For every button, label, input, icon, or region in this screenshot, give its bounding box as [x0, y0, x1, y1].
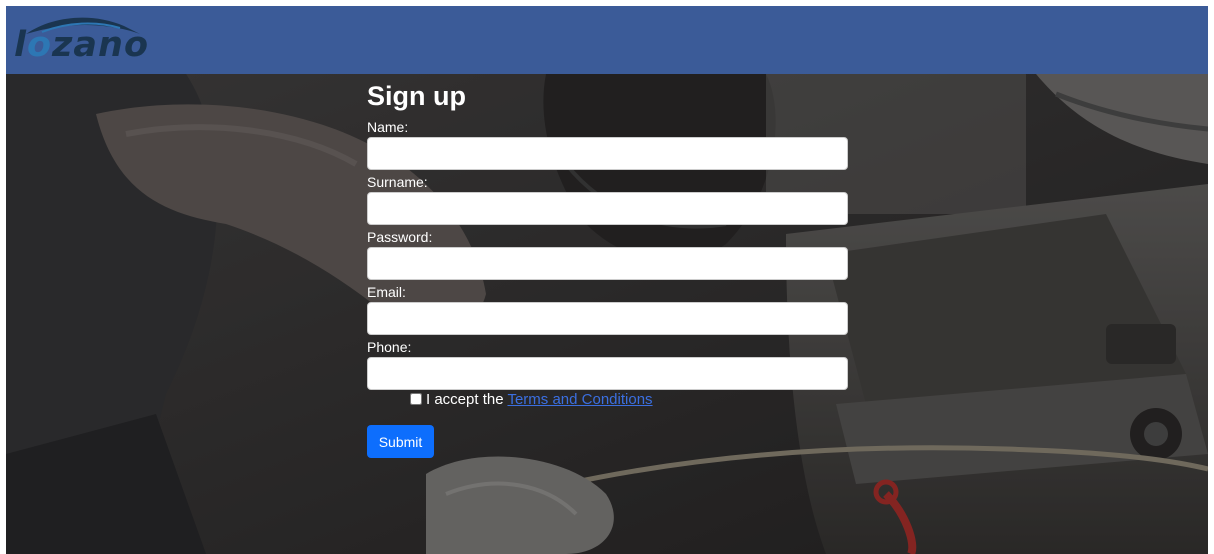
brand-logo[interactable]: lozano: [12, 12, 152, 72]
terms-row: I accept the Terms and Conditions: [410, 390, 653, 410]
surname-input[interactable]: [367, 192, 848, 225]
phone-label: Phone:: [367, 339, 412, 355]
brand-logo-text: lozano: [14, 24, 149, 66]
submit-button[interactable]: Submit: [367, 425, 434, 458]
name-input[interactable]: [367, 137, 848, 170]
surname-label: Surname:: [367, 174, 428, 190]
phone-input[interactable]: [367, 357, 848, 390]
logo-letter-rest: zano: [52, 25, 149, 65]
terms-link[interactable]: Terms and Conditions: [507, 391, 652, 408]
logo-letter-l: l: [14, 25, 27, 65]
terms-prefix-text: I accept the: [426, 391, 504, 408]
email-label: Email:: [367, 284, 406, 300]
logo-letter-o: o: [27, 25, 53, 65]
password-input[interactable]: [367, 247, 848, 280]
password-label: Password:: [367, 229, 433, 245]
page-frame: lozano Sign up Name: Surname: Password: …: [6, 6, 1208, 554]
email-input[interactable]: [367, 302, 848, 335]
page-title: Sign up: [367, 81, 466, 111]
terms-checkbox[interactable]: [410, 393, 422, 405]
name-label: Name:: [367, 119, 409, 135]
hero-background: Sign up Name: Surname: Password: Email: …: [6, 74, 1208, 554]
top-navbar: lozano: [6, 6, 1208, 74]
